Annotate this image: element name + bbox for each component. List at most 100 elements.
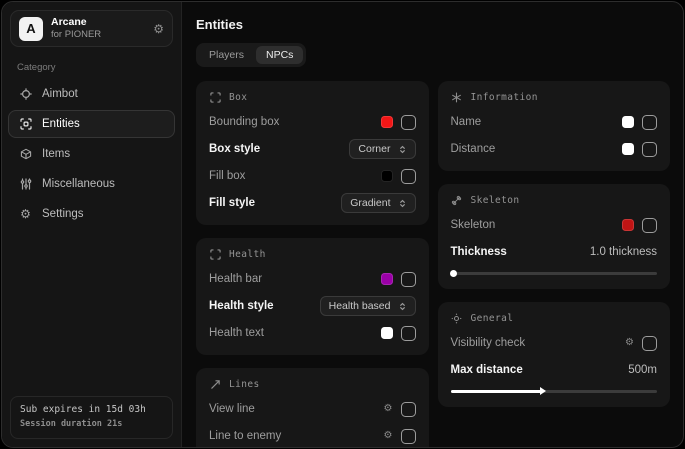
skeleton-row: Skeleton — [451, 215, 658, 235]
sidebar-item-settings[interactable]: ⚙ Settings — [8, 200, 175, 228]
sidebar-item-aimbot[interactable]: Aimbot — [8, 80, 175, 108]
health-text-checkbox[interactable] — [401, 326, 416, 341]
gear-icon: ⚙ — [19, 208, 32, 221]
row-label: Bounding box — [209, 116, 279, 128]
card-title: Information — [471, 92, 538, 103]
lines-card: Lines View line ⚙ Line to enemy — [196, 368, 429, 448]
dropdown-value: Corner — [358, 143, 390, 155]
row-label: Fill style — [209, 197, 255, 209]
distance-row: Distance — [451, 139, 658, 159]
distance-checkbox[interactable] — [642, 142, 657, 157]
sliders-icon — [19, 178, 32, 191]
app-window: A Arcane for PIONER ⚙ Category Aimbot — [1, 1, 684, 448]
visibility-check-row: Visibility check ⚙ — [451, 333, 658, 353]
card-title: Skeleton — [471, 195, 520, 206]
distance-color-swatch[interactable] — [622, 143, 634, 155]
row-label: View line — [209, 403, 255, 415]
sidebar-item-miscellaneous[interactable]: Miscellaneous — [8, 170, 175, 198]
visibility-config-gear-icon[interactable]: ⚙ — [625, 338, 634, 348]
information-card: Information Name Distance — [438, 81, 671, 171]
sidebar-item-label: Items — [42, 148, 70, 160]
unfold-arrows-icon — [398, 302, 407, 311]
dropdown-value: Health based — [329, 300, 391, 312]
sidebar-item-items[interactable]: Items — [8, 140, 175, 168]
slider-handle[interactable] — [450, 270, 457, 277]
health-style-row: Health style Health based — [209, 296, 416, 316]
bone-icon — [451, 194, 463, 206]
thickness-slider[interactable] — [451, 270, 658, 277]
box-style-row: Box style Corner — [209, 139, 416, 159]
row-label: Fill box — [209, 170, 245, 182]
visibility-check-checkbox[interactable] — [642, 336, 657, 351]
name-color-swatch[interactable] — [622, 116, 634, 128]
slider-track — [451, 272, 658, 275]
view-line-checkbox[interactable] — [401, 402, 416, 417]
slider-arrow-handle[interactable] — [540, 387, 546, 395]
app-logo: A — [19, 17, 43, 41]
settings-gear-icon[interactable]: ⚙ — [153, 22, 164, 36]
scan-brackets-icon — [209, 91, 221, 103]
fill-style-row: Fill style Gradient — [209, 193, 416, 213]
row-label: Max distance — [451, 364, 523, 376]
bounding-box-color-swatch[interactable] — [381, 116, 393, 128]
session-duration-text: Session duration 21s — [20, 418, 163, 431]
brand-name: Arcane — [51, 16, 101, 29]
cube-icon — [19, 148, 32, 161]
name-row: Name — [451, 112, 658, 132]
health-text-color-swatch[interactable] — [381, 327, 393, 339]
scan-brackets-icon — [209, 248, 221, 260]
entity-tabs: Players NPCs — [196, 43, 306, 67]
fill-style-dropdown[interactable]: Gradient — [341, 193, 415, 213]
row-label: Line to enemy — [209, 430, 281, 442]
unfold-arrows-icon — [398, 199, 407, 208]
row-label: Health style — [209, 300, 274, 312]
health-bar-row: Health bar — [209, 269, 416, 289]
thickness-row: Thickness 1.0 thickness — [451, 242, 658, 262]
row-label: Distance — [451, 143, 496, 155]
bounding-box-checkbox[interactable] — [401, 115, 416, 130]
skeleton-checkbox[interactable] — [642, 218, 657, 233]
brand-subtitle: for PIONER — [51, 29, 101, 41]
dropdown-value: Gradient — [350, 197, 390, 209]
tab-npcs[interactable]: NPCs — [256, 46, 303, 64]
health-bar-color-swatch[interactable] — [381, 273, 393, 285]
page-title: Entities — [196, 17, 670, 32]
health-text-row: Health text — [209, 323, 416, 343]
sidebar-item-label: Entities — [42, 118, 80, 130]
box-card: Box Bounding box Box style — [196, 81, 429, 225]
crosshair-icon — [19, 88, 32, 101]
name-checkbox[interactable] — [642, 115, 657, 130]
category-label: Category — [17, 62, 181, 73]
skeleton-card: Skeleton Skeleton Thickness 1.0 t — [438, 184, 671, 289]
row-label: Name — [451, 116, 482, 128]
main-panel: Entities Players NPCs Box — [182, 2, 683, 447]
row-label: Skeleton — [451, 219, 496, 231]
general-card: General Visibility check ⚙ Max distance — [438, 302, 671, 407]
box-style-dropdown[interactable]: Corner — [349, 139, 415, 159]
line-to-enemy-checkbox[interactable] — [401, 429, 416, 444]
sidebar-nav: Aimbot Entities Items — [2, 80, 181, 228]
thickness-value: 1.0 thickness — [590, 246, 657, 258]
sidebar-item-entities[interactable]: Entities — [8, 110, 175, 138]
line-to-enemy-config-gear-icon[interactable]: ⚙ — [384, 431, 393, 441]
sidebar: A Arcane for PIONER ⚙ Category Aimbot — [2, 2, 182, 447]
skeleton-color-swatch[interactable] — [622, 219, 634, 231]
view-line-config-gear-icon[interactable]: ⚙ — [384, 404, 393, 414]
bounding-box-row: Bounding box — [209, 112, 416, 132]
subscription-status-card: Sub expires in 15d 03h Session duration … — [10, 396, 173, 439]
brand-card: A Arcane for PIONER ⚙ — [10, 10, 173, 47]
diagonal-line-icon — [209, 378, 221, 390]
row-label: Health text — [209, 327, 264, 339]
card-title: General — [471, 313, 514, 324]
health-bar-checkbox[interactable] — [401, 272, 416, 287]
sidebar-item-label: Miscellaneous — [42, 178, 115, 190]
dotted-target-icon — [451, 312, 463, 324]
fill-box-color-swatch[interactable] — [381, 170, 393, 182]
max-distance-value: 500m — [628, 364, 657, 376]
max-distance-slider[interactable] — [451, 388, 658, 395]
asterisk-icon — [451, 91, 463, 103]
tab-players[interactable]: Players — [199, 46, 254, 64]
card-title: Health — [229, 249, 266, 260]
health-style-dropdown[interactable]: Health based — [320, 296, 416, 316]
fill-box-checkbox[interactable] — [401, 169, 416, 184]
